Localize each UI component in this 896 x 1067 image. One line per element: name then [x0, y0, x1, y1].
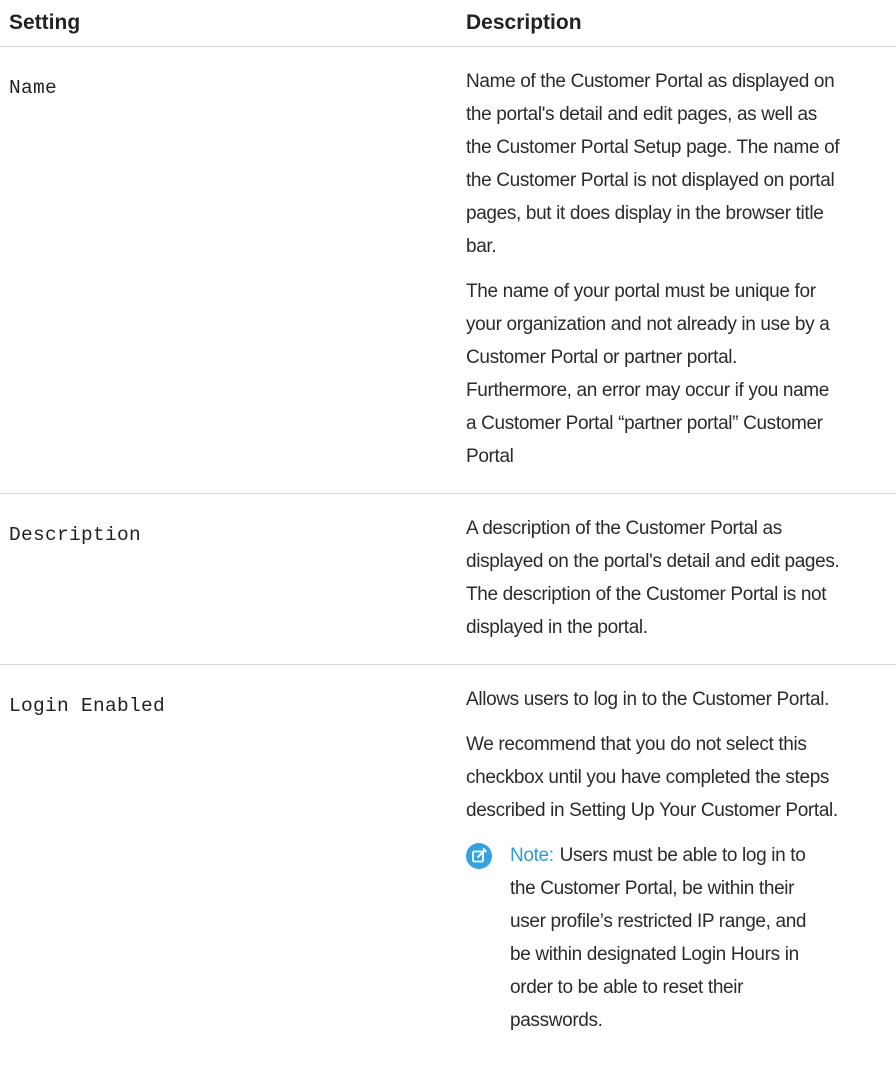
- description-cell: Name of the Customer Portal as displayed…: [466, 47, 896, 493]
- text-line: We recommend that you do not select this: [466, 734, 807, 755]
- setting-login-enabled: Login Enabled: [9, 695, 166, 717]
- text-line: a Customer Portal “partner portal” Custo…: [466, 413, 823, 434]
- description-cell: Allows users to log in to the Customer P…: [466, 665, 896, 1057]
- text-line: A description of the Customer Portal as: [466, 518, 782, 539]
- note-first-line: Note: Users must be able to log in to: [510, 839, 896, 872]
- header-description: Description: [466, 11, 582, 34]
- text-line: bar.: [466, 236, 497, 257]
- text-line: Users must be able to log in to: [559, 845, 806, 866]
- text-line: Portal: [466, 446, 514, 467]
- description-paragraph: A description of the Customer Portal as …: [466, 512, 896, 644]
- text-line: your organization and not already in use…: [466, 314, 830, 335]
- text-line: The name of your portal must be unique f…: [466, 281, 816, 302]
- description-paragraph: Name of the Customer Portal as displayed…: [466, 65, 896, 263]
- table-row: Login Enabled Allows users to log in to …: [0, 665, 896, 1057]
- table-row: Name Name of the Customer Portal as disp…: [0, 47, 896, 494]
- table-row: Description A description of the Custome…: [0, 494, 896, 665]
- note-callout: Note: Users must be able to log in to the…: [466, 839, 896, 1037]
- description-cell: A description of the Customer Portal as …: [466, 494, 896, 664]
- edit-note-icon: [466, 843, 492, 869]
- text-line: Customer Portal or partner portal.: [466, 347, 738, 368]
- text-line: user profile’s restricted IP range, and: [510, 911, 807, 932]
- note-text: Note: Users must be able to log in to the…: [510, 839, 896, 1037]
- text-line: the portal's detail and edit pages, as w…: [466, 104, 817, 125]
- text-line: order to be able to reset their: [510, 977, 744, 998]
- text-line: checkbox until you have completed the st…: [466, 767, 830, 788]
- description-paragraph: Allows users to log in to the Customer P…: [466, 683, 896, 716]
- table-header-row: Setting Description: [0, 0, 896, 47]
- setting-description: Description: [9, 524, 142, 546]
- description-paragraph: The name of your portal must be unique f…: [466, 275, 896, 473]
- text-line: passwords.: [510, 1010, 603, 1031]
- text-line: the Customer Portal Setup page. The name…: [466, 137, 840, 158]
- text-line: displayed on the portal's detail and edi…: [466, 551, 840, 572]
- settings-table: Setting Description Name Name of the Cus…: [0, 0, 896, 1057]
- description-paragraph: We recommend that you do not select this…: [466, 728, 896, 827]
- text-line: Allows users to log in to the Customer P…: [466, 689, 830, 710]
- text-line: The description of the Customer Portal i…: [466, 584, 827, 605]
- text-line: the Customer Portal is not displayed on …: [466, 170, 835, 191]
- setting-name: Name: [9, 77, 58, 99]
- text-line: Name of the Customer Portal as displayed…: [466, 71, 835, 92]
- text-line: Furthermore, an error may occur if you n…: [466, 380, 829, 401]
- header-setting: Setting: [9, 11, 81, 34]
- text-line: be within designated Login Hours in: [510, 944, 799, 965]
- note-label: Note:: [510, 845, 554, 866]
- text-line: displayed in the portal.: [466, 617, 648, 638]
- text-line: described in Setting Up Your Customer Po…: [466, 800, 838, 821]
- text-line: the Customer Portal, be within their: [510, 878, 795, 899]
- text-line: pages, but it does display in the browse…: [466, 203, 824, 224]
